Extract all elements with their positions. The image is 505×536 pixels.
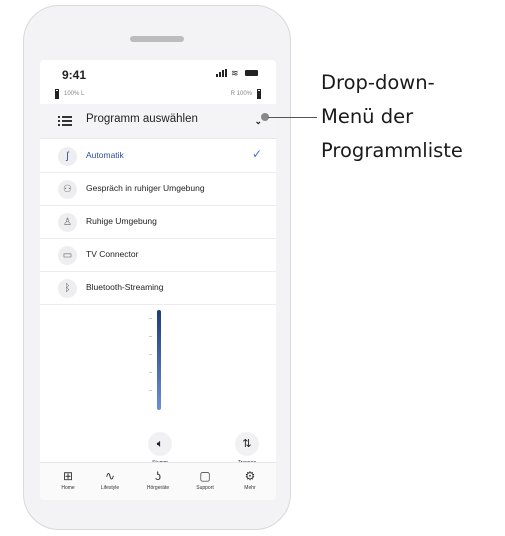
- program-list: ʃ Automatik ✓ ⚇ Gespräch in ruhiger Umge…: [40, 140, 276, 305]
- program-item-quiet[interactable]: ♙ Ruhige Umgebung: [40, 206, 276, 239]
- home-grid-icon: ⊞: [62, 469, 74, 483]
- chat-icon: ▢: [199, 469, 211, 483]
- annotation-line: Programmliste: [321, 139, 463, 162]
- system-icons: ≋: [216, 68, 258, 78]
- program-item-conversation[interactable]: ⚇ Gespräch in ruhiger Umgebung: [40, 173, 276, 206]
- bluetooth-icon: ᛒ: [58, 279, 77, 298]
- program-label: Ruhige Umgebung: [86, 216, 157, 226]
- mute-button[interactable]: 🔈︎: [148, 432, 172, 456]
- battery-icon: [245, 70, 258, 76]
- tab-label: Mehr: [244, 485, 256, 491]
- status-time: 9:41: [62, 68, 87, 82]
- app-screen: 9:41 ≋ 100% L R 100% Programm auswählen …: [40, 60, 276, 500]
- callout-line: [268, 117, 317, 118]
- tab-label: Lifestyle: [100, 485, 120, 491]
- dropdown-title: Programm auswählen: [86, 113, 198, 125]
- program-label: Gespräch in ruhiger Umgebung: [86, 183, 205, 193]
- program-item-tv-connector[interactable]: ▭ TV Connector: [40, 239, 276, 272]
- separate-button[interactable]: ⇅: [235, 432, 259, 456]
- right-device-status: R 100%: [230, 91, 252, 97]
- wifi-icon: ≋: [231, 68, 239, 78]
- hearing-aid-icon: ʖ: [155, 469, 161, 483]
- tab-label: Hörgeräte: [146, 485, 170, 491]
- phone-frame: 9:41 ≋ 100% L R 100% Programm auswählen …: [23, 5, 291, 530]
- tab-more[interactable]: ⚙ Mehr: [230, 469, 270, 491]
- tab-label: Home: [61, 485, 75, 491]
- annotation-line: Drop-down-: [321, 71, 435, 94]
- tab-lifestyle[interactable]: ∿ Lifestyle: [90, 469, 130, 491]
- volume-slider[interactable]: [157, 310, 161, 410]
- program-label: Automatik: [86, 150, 124, 160]
- annotation-line: Menü der: [321, 105, 414, 128]
- quiet-icon: ♙: [58, 213, 77, 232]
- speaker-icon: 🔈︎: [156, 438, 164, 450]
- program-label: TV Connector: [86, 249, 139, 259]
- gear-icon: ⚙: [244, 469, 256, 483]
- left-device-status: 100% L: [64, 91, 85, 97]
- activity-icon: ∿: [104, 469, 116, 483]
- tab-support[interactable]: ▢ Support: [185, 469, 225, 491]
- right-device-battery-icon: [257, 89, 261, 99]
- tab-hearing-aids[interactable]: ʖ Hörgeräte: [138, 469, 178, 491]
- tab-bar: ⊞ Home ∿ Lifestyle ʖ Hörgeräte ▢ Support…: [40, 462, 276, 500]
- check-icon: ✓: [251, 147, 262, 161]
- device-status-row: 100% L R 100%: [52, 88, 264, 100]
- annotation-text: Drop-down- Menü der Programmliste: [321, 66, 501, 168]
- program-dropdown-header[interactable]: Programm auswählen ⌄: [40, 104, 276, 139]
- tab-home[interactable]: ⊞ Home: [48, 469, 88, 491]
- program-item-automatik[interactable]: ʃ Automatik ✓: [40, 140, 276, 173]
- program-item-bluetooth[interactable]: ᛒ Bluetooth-Streaming: [40, 272, 276, 305]
- list-icon: [58, 114, 72, 128]
- left-device-battery-icon: [55, 89, 59, 99]
- auto-icon: ʃ: [58, 147, 77, 166]
- signal-icon: [216, 69, 227, 77]
- conversation-icon: ⚇: [58, 180, 77, 199]
- phone-speaker: [130, 36, 184, 42]
- program-label: Bluetooth-Streaming: [86, 282, 164, 292]
- separate-arrows-icon: ⇅: [242, 438, 252, 450]
- volume-ticks: [149, 318, 153, 410]
- tab-label: Support: [196, 485, 214, 491]
- tv-icon: ▭: [58, 246, 77, 265]
